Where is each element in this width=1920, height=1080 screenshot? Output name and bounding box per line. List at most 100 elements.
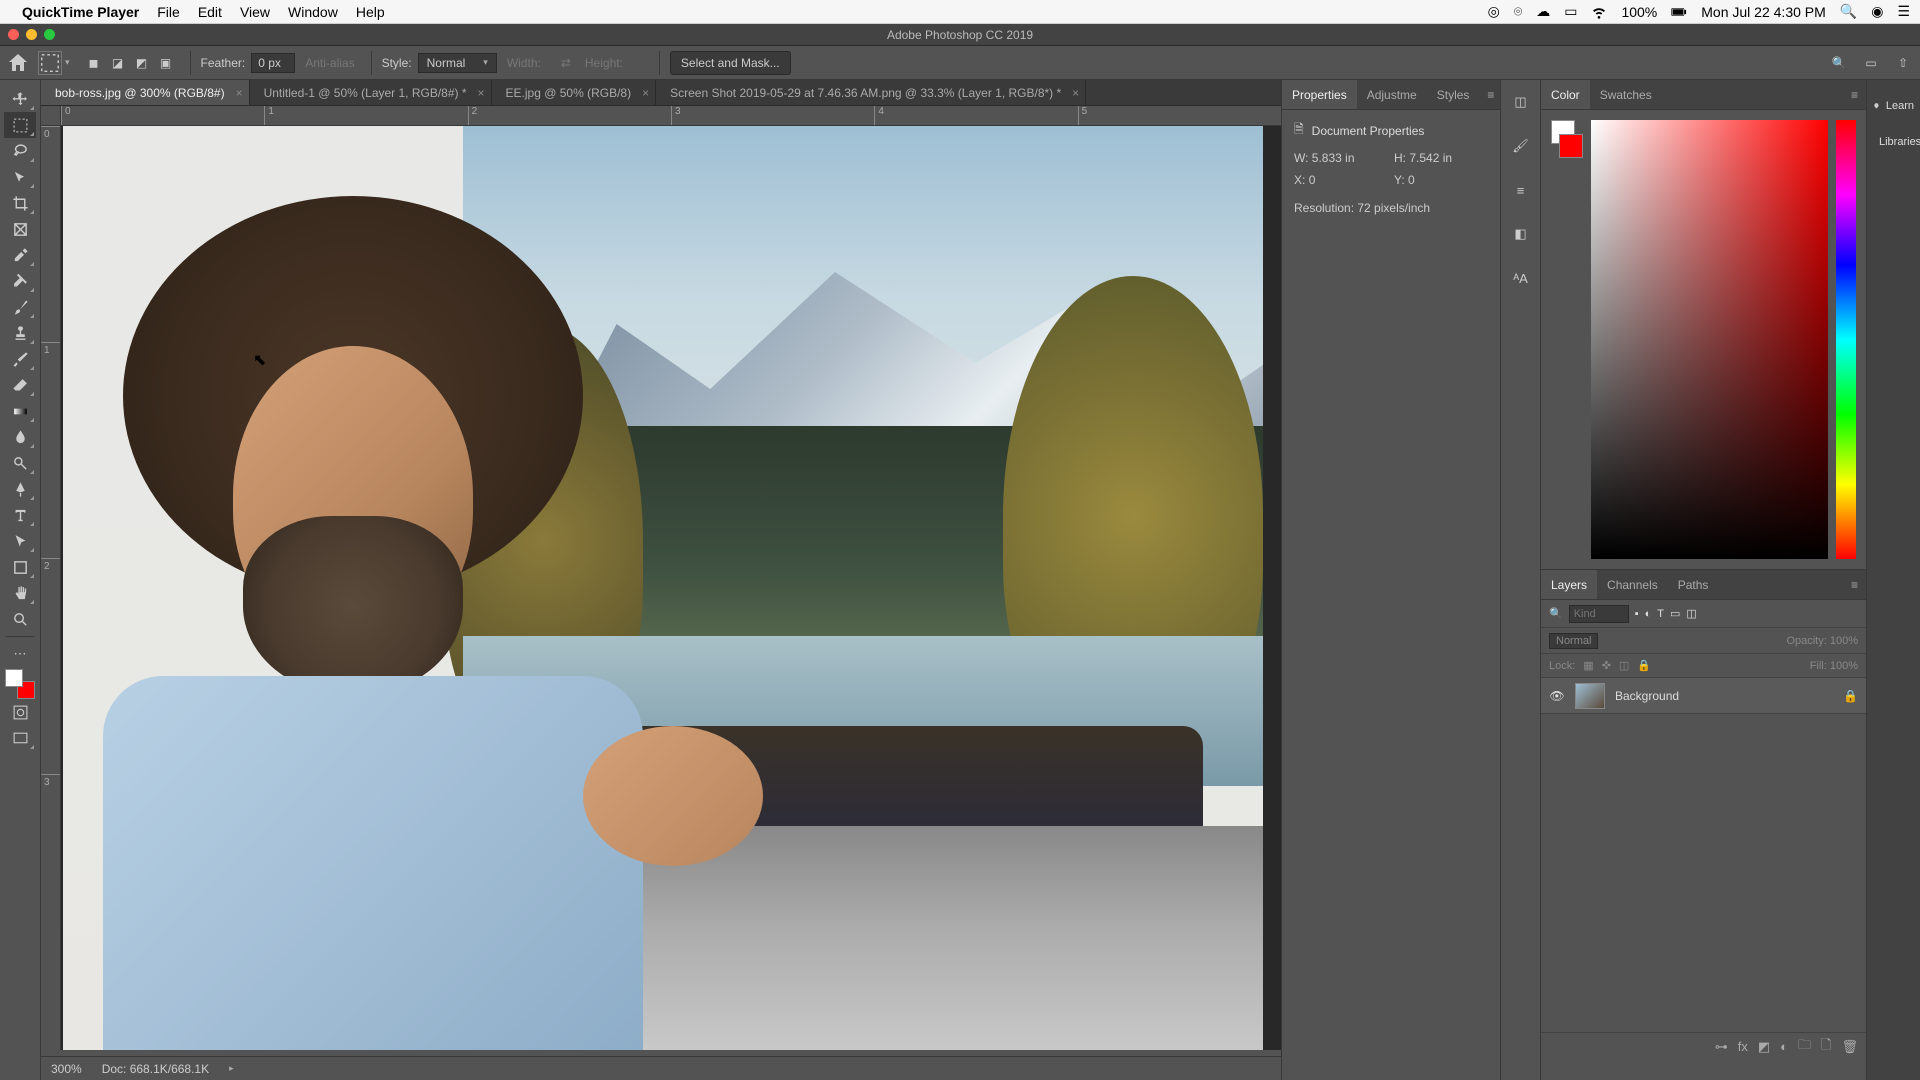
blend-mode-select[interactable]: Normal	[1549, 633, 1598, 649]
screen-mode-toggle[interactable]	[4, 725, 36, 751]
window-zoom[interactable]	[44, 29, 55, 40]
tab-properties[interactable]: Properties	[1282, 80, 1357, 109]
layer-name[interactable]: Background	[1615, 689, 1679, 703]
pen-tool[interactable]	[4, 476, 36, 502]
zoom-tool[interactable]	[4, 606, 36, 632]
paragraph-icon[interactable]: ≡	[1509, 178, 1533, 202]
layer-fx-icon[interactable]: fx	[1738, 1039, 1748, 1054]
lock-position-icon[interactable]: ✜	[1602, 659, 1611, 672]
workspace-icon[interactable]: ▭	[1860, 52, 1882, 74]
close-icon[interactable]: ×	[1072, 86, 1079, 100]
color-bg-swatch[interactable]	[1559, 134, 1583, 158]
wifi-icon[interactable]	[1591, 4, 1607, 20]
filter-smart-icon[interactable]: ◫	[1686, 607, 1696, 620]
doc-tab-2[interactable]: Untitled-1 @ 50% (Layer 1, RGB/8#) *×	[250, 80, 492, 105]
move-tool[interactable]	[4, 86, 36, 112]
doc-tab-4[interactable]: Screen Shot 2019-05-29 at 7.46.36 AM.png…	[656, 80, 1086, 105]
layer-filter-input[interactable]	[1569, 605, 1629, 623]
select-and-mask-button[interactable]: Select and Mask...	[670, 51, 791, 75]
panel-menu-icon[interactable]: ≡	[1843, 88, 1866, 102]
zoom-level[interactable]: 300%	[51, 1062, 82, 1076]
subtract-selection-icon[interactable]: ◩	[132, 53, 152, 73]
quick-mask-toggle[interactable]	[4, 699, 36, 725]
marquee-tool[interactable]	[4, 112, 36, 138]
history-brush-tool[interactable]	[4, 346, 36, 372]
ruler-vertical[interactable]: 0123	[41, 126, 61, 1050]
delete-layer-icon[interactable]: 🗑	[1841, 1039, 1858, 1055]
lock-all-icon[interactable]: 🔒	[1637, 659, 1651, 672]
menu-edit[interactable]: Edit	[198, 4, 222, 20]
tab-layers[interactable]: Layers	[1541, 570, 1597, 599]
status-icon-2[interactable]: ⌾	[1514, 3, 1522, 20]
style-select[interactable]: Normal▾	[418, 53, 497, 73]
close-icon[interactable]: ×	[642, 86, 649, 100]
status-menu-chevron[interactable]: ▸	[229, 1063, 234, 1074]
ruler-origin[interactable]	[41, 106, 61, 126]
notification-icon[interactable]: ☰	[1897, 3, 1910, 20]
tab-swatches[interactable]: Swatches	[1590, 80, 1662, 109]
feather-input[interactable]: 0 px	[251, 53, 295, 73]
tab-channels[interactable]: Channels	[1597, 570, 1668, 599]
color-swatches[interactable]	[5, 669, 35, 699]
lock-pixels-icon[interactable]: ▦	[1583, 659, 1593, 672]
blur-tool[interactable]	[4, 424, 36, 450]
edit-toolbar[interactable]: ⋯	[4, 641, 36, 667]
hue-slider[interactable]	[1836, 120, 1856, 559]
doc-size[interactable]: Doc: 668.1K/668.1K	[102, 1062, 209, 1076]
tab-paths[interactable]: Paths	[1668, 570, 1719, 599]
new-selection-icon[interactable]: ◼	[84, 53, 104, 73]
eraser-tool[interactable]	[4, 372, 36, 398]
glyphs-icon[interactable]: ◧	[1509, 222, 1533, 246]
group-icon[interactable]: 🗀	[1798, 1036, 1811, 1058]
layer-mask-icon[interactable]: ◩	[1758, 1039, 1770, 1055]
filter-pixel-icon[interactable]: ▪	[1635, 608, 1639, 620]
path-select-tool[interactable]	[4, 528, 36, 554]
character-icon[interactable]: ᴬA	[1509, 266, 1533, 290]
type-tool[interactable]	[4, 502, 36, 528]
healing-tool[interactable]	[4, 268, 36, 294]
tab-color[interactable]: Color	[1541, 80, 1590, 109]
layer-thumbnail[interactable]	[1575, 683, 1605, 709]
close-icon[interactable]: ×	[236, 86, 243, 100]
window-minimize[interactable]	[26, 29, 37, 40]
tool-preset-chevron[interactable]: ▾	[65, 57, 70, 68]
gradient-tool[interactable]	[4, 398, 36, 424]
filter-adjust-icon[interactable]: ◐	[1645, 608, 1652, 620]
color-field[interactable]	[1591, 120, 1828, 559]
stamp-tool[interactable]	[4, 320, 36, 346]
lock-artboard-icon[interactable]: ◫	[1619, 659, 1629, 672]
crop-tool[interactable]	[4, 190, 36, 216]
history-icon[interactable]: ◫	[1509, 90, 1533, 114]
siri-icon[interactable]: ◉	[1871, 3, 1883, 20]
libraries-panel-button[interactable]: Libraries	[1867, 124, 1920, 160]
status-icon-1[interactable]: ◎	[1488, 3, 1500, 20]
frame-tool[interactable]	[4, 216, 36, 242]
hand-tool[interactable]	[4, 580, 36, 606]
close-icon[interactable]: ×	[478, 86, 485, 100]
learn-panel-button[interactable]: Learn	[1867, 88, 1920, 124]
link-layers-icon[interactable]: ⊶	[1715, 1039, 1728, 1055]
doc-tab-3[interactable]: EE.jpg @ 50% (RGB/8)×	[492, 80, 657, 105]
status-icon-3[interactable]: ☁	[1536, 3, 1550, 20]
intersect-selection-icon[interactable]: ▣	[156, 53, 176, 73]
fill-value[interactable]: 100%	[1830, 660, 1858, 672]
brush-tool[interactable]	[4, 294, 36, 320]
search-icon[interactable]: 🔍	[1828, 52, 1850, 74]
panel-menu-icon[interactable]: ≡	[1479, 88, 1502, 102]
clock[interactable]: Mon Jul 22 4:30 PM	[1701, 4, 1826, 20]
window-close[interactable]	[8, 29, 19, 40]
dodge-tool[interactable]	[4, 450, 36, 476]
ruler-horizontal[interactable]: 012345	[61, 106, 1281, 126]
menu-app[interactable]: QuickTime Player	[22, 4, 139, 20]
document-canvas[interactable]: ⬉	[63, 126, 1281, 1050]
airplay-icon[interactable]: ▭	[1564, 3, 1577, 20]
tool-preset[interactable]	[38, 51, 62, 75]
home-button[interactable]	[6, 51, 30, 75]
search-icon[interactable]: 🔍	[1549, 607, 1563, 620]
menu-help[interactable]: Help	[356, 4, 385, 20]
adjustment-layer-icon[interactable]: ◐	[1780, 1039, 1788, 1054]
tab-styles[interactable]: Styles	[1427, 80, 1480, 109]
battery-icon[interactable]	[1671, 4, 1687, 20]
eyedropper-tool[interactable]	[4, 242, 36, 268]
menu-view[interactable]: View	[240, 4, 270, 20]
